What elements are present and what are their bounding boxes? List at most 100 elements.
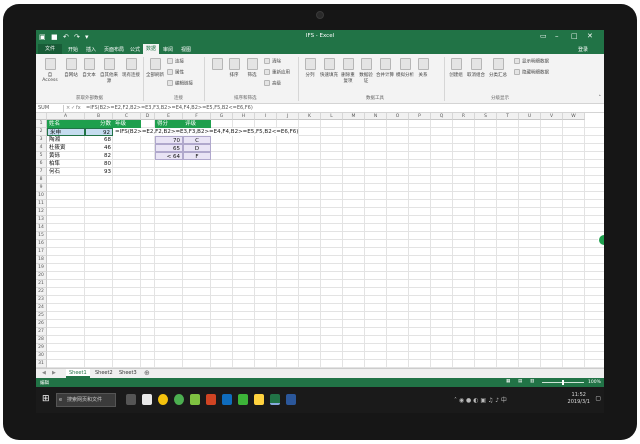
student-score-cell[interactable]: 82	[85, 152, 113, 160]
row-header[interactable]: 28	[36, 336, 47, 344]
header-cell-grade[interactable]: 年级	[113, 120, 141, 128]
zoom-level[interactable]: 100%	[588, 380, 601, 385]
column-header[interactable]: R	[453, 113, 475, 120]
pen-handle-icon[interactable]	[598, 234, 604, 246]
existing-connections-button[interactable]: 现有连接	[122, 58, 140, 78]
task-view-icon[interactable]	[126, 394, 136, 405]
column-header[interactable]: L	[321, 113, 343, 120]
sheet-tab-2[interactable]: Sheet2	[92, 369, 116, 378]
connections-button[interactable]: 连接	[167, 58, 184, 65]
filter-button[interactable]: 筛选	[244, 58, 260, 78]
lookup-score-cell[interactable]: 65	[155, 144, 183, 152]
text-to-columns-button[interactable]: 分列	[302, 58, 318, 78]
header-cell-name[interactable]: 姓名	[47, 120, 85, 128]
name-box[interactable]: SUM	[38, 105, 64, 112]
lookup-score-cell[interactable]: 70	[155, 136, 183, 144]
student-score-cell[interactable]: 92	[85, 128, 113, 136]
row-header[interactable]: 24	[36, 304, 47, 312]
tab-home[interactable]: 开始	[68, 46, 78, 53]
next-sheet-icon[interactable]: ▶	[52, 370, 56, 376]
column-header[interactable]: B	[85, 113, 113, 120]
wechat-icon[interactable]	[238, 394, 248, 405]
column-header[interactable]: U	[519, 113, 541, 120]
column-header[interactable]: W	[563, 113, 585, 120]
row-header[interactable]: 4	[36, 144, 47, 152]
from-other-sources-button[interactable]: 自其他来源	[98, 58, 120, 84]
lookup-level-cell[interactable]: C	[183, 136, 211, 144]
formula-input[interactable]: =IFS(B2>=E2,F2,B2>=E3,F3,B2>=E4,F4,B2>=E…	[86, 105, 253, 111]
from-access-button[interactable]: 自 Access	[40, 58, 60, 83]
minimize-icon[interactable]: –	[555, 32, 559, 40]
advanced-button[interactable]: 高级	[264, 80, 281, 87]
column-header[interactable]: T	[497, 113, 519, 120]
row-header[interactable]: 10	[36, 192, 47, 200]
formula-edit-cell[interactable]: =IFS(B2>=E2,F2,B2>=E3,F3,B2>=E4,F4,B2>=E…	[113, 128, 299, 136]
what-if-button[interactable]: 模拟分析	[396, 58, 414, 78]
student-name-cell[interactable]: 陶湘	[47, 136, 85, 144]
word-icon[interactable]	[286, 394, 296, 405]
refresh-all-button[interactable]: 全部刷新	[146, 58, 164, 78]
tab-file[interactable]: 文件	[38, 44, 62, 54]
tab-insert[interactable]: 插入	[86, 46, 96, 53]
file-explorer-icon[interactable]	[254, 394, 264, 405]
select-all-corner[interactable]	[36, 113, 47, 120]
zoom-thumb[interactable]	[562, 380, 564, 385]
powerpoint-icon[interactable]	[206, 394, 216, 405]
row-header[interactable]: 29	[36, 344, 47, 352]
sheet-tab-3[interactable]: Sheet3	[116, 369, 140, 378]
row-header[interactable]: 9	[36, 184, 47, 192]
row-header[interactable]: 25	[36, 312, 47, 320]
row-header[interactable]: 17	[36, 248, 47, 256]
row-header[interactable]: 22	[36, 288, 47, 296]
student-name-cell[interactable]: 米申	[47, 128, 85, 136]
student-name-cell[interactable]: 何石	[47, 168, 85, 176]
view-normal-icon[interactable]: ▦	[506, 379, 510, 384]
row-header[interactable]: 26	[36, 320, 47, 328]
column-header[interactable]: I	[255, 113, 277, 120]
subtotal-button[interactable]: 分类汇总	[488, 58, 508, 78]
row-header[interactable]: 20	[36, 272, 47, 280]
ribbon-options-icon[interactable]: ▭	[540, 32, 547, 40]
student-score-cell[interactable]: 80	[85, 160, 113, 168]
column-header[interactable]: Q	[431, 113, 453, 120]
row-header[interactable]: 30	[36, 352, 47, 360]
excel-taskbar-icon[interactable]	[270, 394, 280, 405]
row-header[interactable]: 23	[36, 296, 47, 304]
chrome-icon[interactable]	[158, 394, 168, 405]
sign-in-link[interactable]: 登录	[578, 46, 588, 53]
row-header[interactable]: 1	[36, 120, 47, 128]
student-score-cell[interactable]: 46	[85, 144, 113, 152]
sort-button[interactable]: 排序	[226, 58, 242, 78]
relationships-button[interactable]: 关系	[416, 58, 430, 78]
add-sheet-icon[interactable]: ⊕	[144, 369, 150, 377]
collapse-ribbon-icon[interactable]: ˄	[599, 95, 602, 101]
close-icon[interactable]: ✕	[587, 32, 593, 40]
app-green-icon[interactable]	[174, 394, 184, 405]
tab-review[interactable]: 审阅	[163, 46, 173, 53]
enter-icon[interactable]: ✓	[71, 105, 75, 111]
lookup-level-cell[interactable]: D	[183, 144, 211, 152]
lookup-score-cell[interactable]: < 64	[155, 152, 183, 160]
tab-page-layout[interactable]: 页面布局	[104, 46, 124, 53]
row-header[interactable]: 7	[36, 168, 47, 176]
row-header[interactable]: 21	[36, 280, 47, 288]
student-name-cell[interactable]: 柏隼	[47, 160, 85, 168]
group-button[interactable]: 创建组	[448, 58, 464, 78]
column-header[interactable]: E	[155, 113, 183, 120]
mail-icon[interactable]	[142, 394, 152, 405]
view-pagebreak-icon[interactable]: ▥	[530, 379, 534, 384]
sort-az-button[interactable]	[210, 58, 224, 72]
column-header[interactable]: A	[47, 113, 85, 120]
header-cell-score[interactable]: 分数	[85, 120, 113, 128]
from-web-button[interactable]: 自网站	[63, 58, 79, 78]
tray-icons[interactable]: ˄ ◉ ● ◐ ▣ ♫ ♪ 中	[454, 395, 507, 404]
row-header[interactable]: 6	[36, 160, 47, 168]
column-header[interactable]: N	[365, 113, 387, 120]
reapply-button[interactable]: 重新应用	[264, 69, 290, 76]
tab-view[interactable]: 视图	[181, 46, 191, 53]
row-header[interactable]: 27	[36, 328, 47, 336]
outlook-icon[interactable]	[222, 394, 232, 405]
tab-data[interactable]: 数据	[143, 44, 160, 54]
row-header[interactable]: 18	[36, 256, 47, 264]
student-name-cell[interactable]: 杜筱寅	[47, 144, 85, 152]
